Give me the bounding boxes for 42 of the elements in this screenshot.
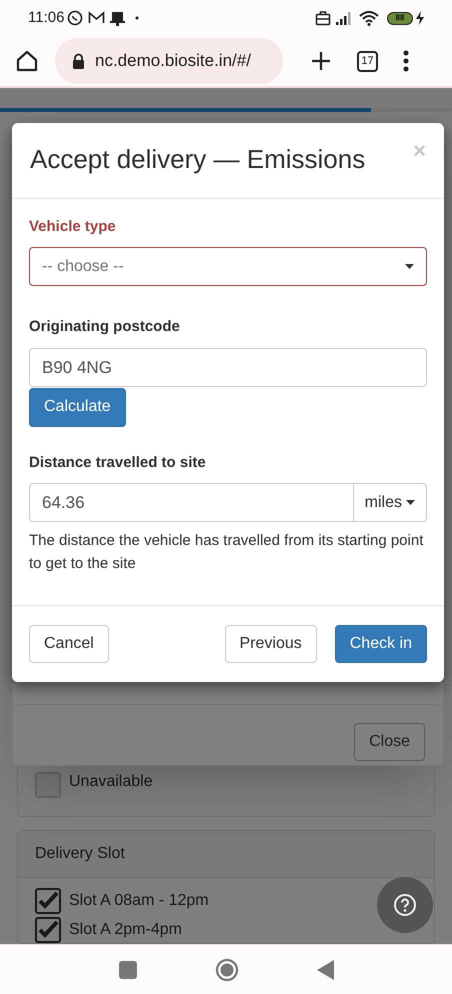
lock-icon — [72, 53, 85, 69]
input-field[interactable]: B90 4NG — [29, 348, 427, 387]
home-circle-icon[interactable] — [214, 958, 238, 982]
chat-icon — [67, 10, 84, 26]
home-icon[interactable] — [15, 49, 39, 73]
tab-count[interactable]: 17 — [357, 50, 378, 72]
dialog-title: Accept delivery — Emissions — [30, 143, 366, 175]
checkbox-label: Unavailable — [69, 772, 153, 792]
back-icon[interactable] — [316, 960, 334, 980]
help-icon — [393, 893, 417, 917]
panel-title: Delivery Slot — [35, 844, 125, 864]
button[interactable]: Previous — [224, 625, 317, 664]
recents-icon[interactable] — [118, 960, 136, 978]
device-icon — [110, 10, 126, 26]
close-button[interactable]: Close — [354, 723, 425, 761]
checkbox-label: Slot A 08am - 12pm — [69, 891, 209, 911]
clock-time: 11:06 — [28, 8, 64, 28]
caret-icon — [406, 500, 415, 506]
mail-icon — [88, 11, 106, 25]
menu-icon[interactable] — [403, 50, 409, 72]
battery-indicator: 88 — [387, 12, 413, 24]
help-text: The distance the vehicle has travelled from its starting point to get to the site — [29, 531, 424, 574]
charging-icon — [416, 11, 424, 25]
new-tab-icon[interactable] — [311, 51, 331, 71]
checkbox[interactable] — [35, 917, 61, 943]
caret-icon — [405, 264, 414, 270]
button[interactable]: Cancel — [29, 625, 109, 664]
unit-dropdown[interactable]: miles — [354, 483, 427, 522]
dot-icon — [135, 16, 140, 20]
field-label: Distance travelled to site — [29, 452, 207, 473]
checkbox[interactable] — [35, 888, 61, 914]
input-field[interactable]: 64.36 — [29, 483, 354, 522]
field-label: Vehicle type — [29, 216, 117, 237]
select-field[interactable]: -- choose -- — [29, 247, 427, 286]
briefcase-icon — [315, 10, 331, 26]
field-label: Originating postcode — [29, 317, 181, 338]
wifi-icon — [359, 10, 379, 26]
primary-button[interactable]: Check in — [334, 625, 427, 664]
calculate-button[interactable]: Calculate — [29, 388, 126, 427]
signal-icon — [335, 11, 353, 25]
checkbox-label: Slot A 2pm-4pm — [69, 920, 182, 940]
address-bar[interactable]: nc.demo.biosite.in/#/ — [55, 38, 283, 84]
